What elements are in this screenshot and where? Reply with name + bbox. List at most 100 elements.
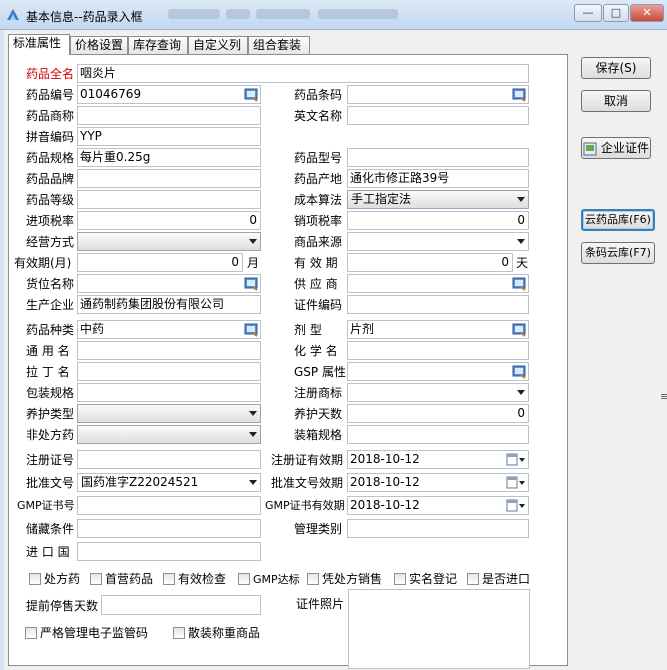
box-spec-input[interactable] (347, 425, 529, 444)
full-name-input[interactable]: 咽炎片 (77, 64, 529, 83)
category-picker-icon[interactable] (244, 322, 259, 337)
stop-days-input[interactable] (101, 595, 261, 615)
tab-standard[interactable]: 标准属性 (8, 34, 70, 55)
mgmt-category-input[interactable] (347, 519, 529, 538)
code-input[interactable]: 01046769 (77, 85, 261, 104)
maximize-button[interactable]: □ (603, 4, 629, 22)
cert-photo-box[interactable] (348, 589, 530, 669)
gmp-expiry-date[interactable]: 2018-10-12 (347, 496, 529, 515)
gmp-expiry-value: 2018-10-12 (350, 498, 420, 512)
barcode-cloud-button[interactable]: 条码云库(F7) (581, 242, 655, 264)
supplier-input[interactable] (347, 274, 529, 293)
gmp-no-input[interactable] (77, 496, 261, 515)
location-input[interactable] (77, 274, 261, 293)
bulk-weigh-checkbox-label: 散装称重商品 (188, 626, 261, 640)
cost-method-select[interactable]: 手工指定法 (347, 190, 529, 209)
output-tax-input[interactable]: 0 (347, 211, 529, 230)
tab-custom-columns[interactable]: 自定义列 (188, 36, 248, 54)
tab-stock[interactable]: 库存查询 (128, 36, 188, 54)
dosage-form-input[interactable]: 片剂 (347, 320, 529, 339)
dosage-form-value: 片剂 (350, 322, 375, 336)
pinyin-input[interactable]: YYP (77, 127, 261, 146)
reg-cert-expiry-date[interactable]: 2018-10-12 (347, 450, 529, 469)
brand-label: 药品品牌 (26, 172, 75, 186)
prescription-checkbox[interactable] (29, 573, 41, 585)
care-days-input[interactable]: 0 (347, 404, 529, 423)
tab-price[interactable]: 价格设置 (70, 36, 128, 54)
model-input[interactable] (347, 148, 529, 167)
reg-trademark-select[interactable] (347, 383, 529, 402)
generic-name-label: 通 用 名 (26, 344, 70, 358)
cert-code-input[interactable] (347, 295, 529, 314)
supplier-picker-icon[interactable] (512, 276, 527, 291)
otc-select[interactable] (77, 425, 261, 444)
chevron-down-icon (249, 432, 257, 437)
business-mode-select[interactable] (77, 232, 261, 251)
calendar-dropdown-icon[interactable] (506, 499, 526, 513)
strict-supervision-checkbox[interactable] (25, 627, 37, 639)
chemical-name-input[interactable] (347, 341, 529, 360)
gmp-compliant-checkbox[interactable] (238, 573, 250, 585)
otc-label: 非处方药 (26, 428, 75, 442)
spec-input[interactable]: 每片重0.25g (77, 148, 261, 167)
bulk-weigh-checkbox[interactable] (173, 627, 185, 639)
import-country-input[interactable] (77, 542, 261, 561)
approval-no-label: 批准文号 (26, 476, 75, 490)
barcode-input[interactable] (347, 85, 529, 104)
approval-no-select[interactable]: 国药准字Z22024521 (77, 473, 261, 492)
save-button[interactable]: 保存(S) (581, 57, 651, 79)
gsp-input[interactable] (347, 362, 529, 381)
validity-input[interactable]: 0 (347, 253, 513, 272)
approval-expiry-date[interactable]: 2018-10-12 (347, 473, 529, 492)
reg-cert-input[interactable] (77, 450, 261, 469)
gsp-picker-icon[interactable] (512, 364, 527, 379)
input-tax-label: 进项税率 (26, 214, 75, 228)
shelf-life-input[interactable]: 0 (77, 253, 243, 272)
storage-input[interactable] (77, 519, 261, 538)
import-checkbox[interactable] (467, 573, 479, 585)
package-spec-input[interactable] (77, 383, 261, 402)
gmp-no-label: GMP证书号 (17, 499, 75, 512)
code-picker-icon[interactable] (244, 87, 259, 102)
generic-name-input[interactable] (77, 341, 261, 360)
trade-name-input[interactable] (77, 106, 261, 125)
dosage-form-picker-icon[interactable] (512, 322, 527, 337)
resize-grip-icon[interactable]: ≡ (660, 390, 667, 403)
validity-check-checkbox[interactable] (163, 573, 175, 585)
origin-input[interactable]: 通化市修正路39号 (347, 169, 529, 188)
full-name-label: 药品全名 (26, 67, 75, 81)
location-label: 货位名称 (26, 277, 75, 291)
source-select[interactable] (347, 232, 529, 251)
supplier-label: 供 应 商 (294, 277, 338, 291)
validity-unit: 天 (516, 256, 529, 270)
cancel-button[interactable]: 取消 (581, 90, 651, 112)
calendar-dropdown-icon[interactable] (506, 453, 526, 467)
cloud-drug-library-button[interactable]: 云药品库(F6) (581, 209, 655, 231)
real-name-checkbox[interactable] (394, 573, 406, 585)
cert-photo-label: 证件照片 (296, 597, 345, 611)
category-input[interactable]: 中药 (77, 320, 261, 339)
enterprise-cert-button[interactable]: 企业证件 (581, 137, 651, 159)
first-sale-checkbox[interactable] (90, 573, 102, 585)
reg-cert-expiry-label: 注册证有效期 (271, 453, 344, 467)
gmp-expiry-label: GMP证书有效期 (265, 499, 345, 512)
reg-trademark-label: 注册商标 (294, 386, 343, 400)
care-type-select[interactable] (77, 404, 261, 423)
rx-sale-checkbox[interactable] (307, 573, 319, 585)
location-picker-icon[interactable] (244, 276, 259, 291)
english-name-input[interactable] (347, 106, 529, 125)
brand-input[interactable] (77, 169, 261, 188)
input-tax-input[interactable]: 0 (77, 211, 261, 230)
validity-check-checkbox-label: 有效检查 (178, 572, 227, 586)
barcode-picker-icon[interactable] (512, 87, 527, 102)
tab-combo[interactable]: 组合套装 (248, 36, 310, 54)
minimize-button[interactable]: — (574, 4, 602, 22)
manufacturer-input[interactable]: 通药制药集团股份有限公司 (77, 295, 261, 314)
close-button[interactable]: ✕ (630, 4, 664, 22)
approval-expiry-label: 批准文号效期 (271, 476, 344, 490)
calendar-dropdown-icon[interactable] (506, 476, 526, 490)
model-label: 药品型号 (294, 151, 343, 165)
chevron-down-icon (249, 480, 257, 485)
grade-input[interactable] (77, 190, 261, 209)
latin-name-input[interactable] (77, 362, 261, 381)
